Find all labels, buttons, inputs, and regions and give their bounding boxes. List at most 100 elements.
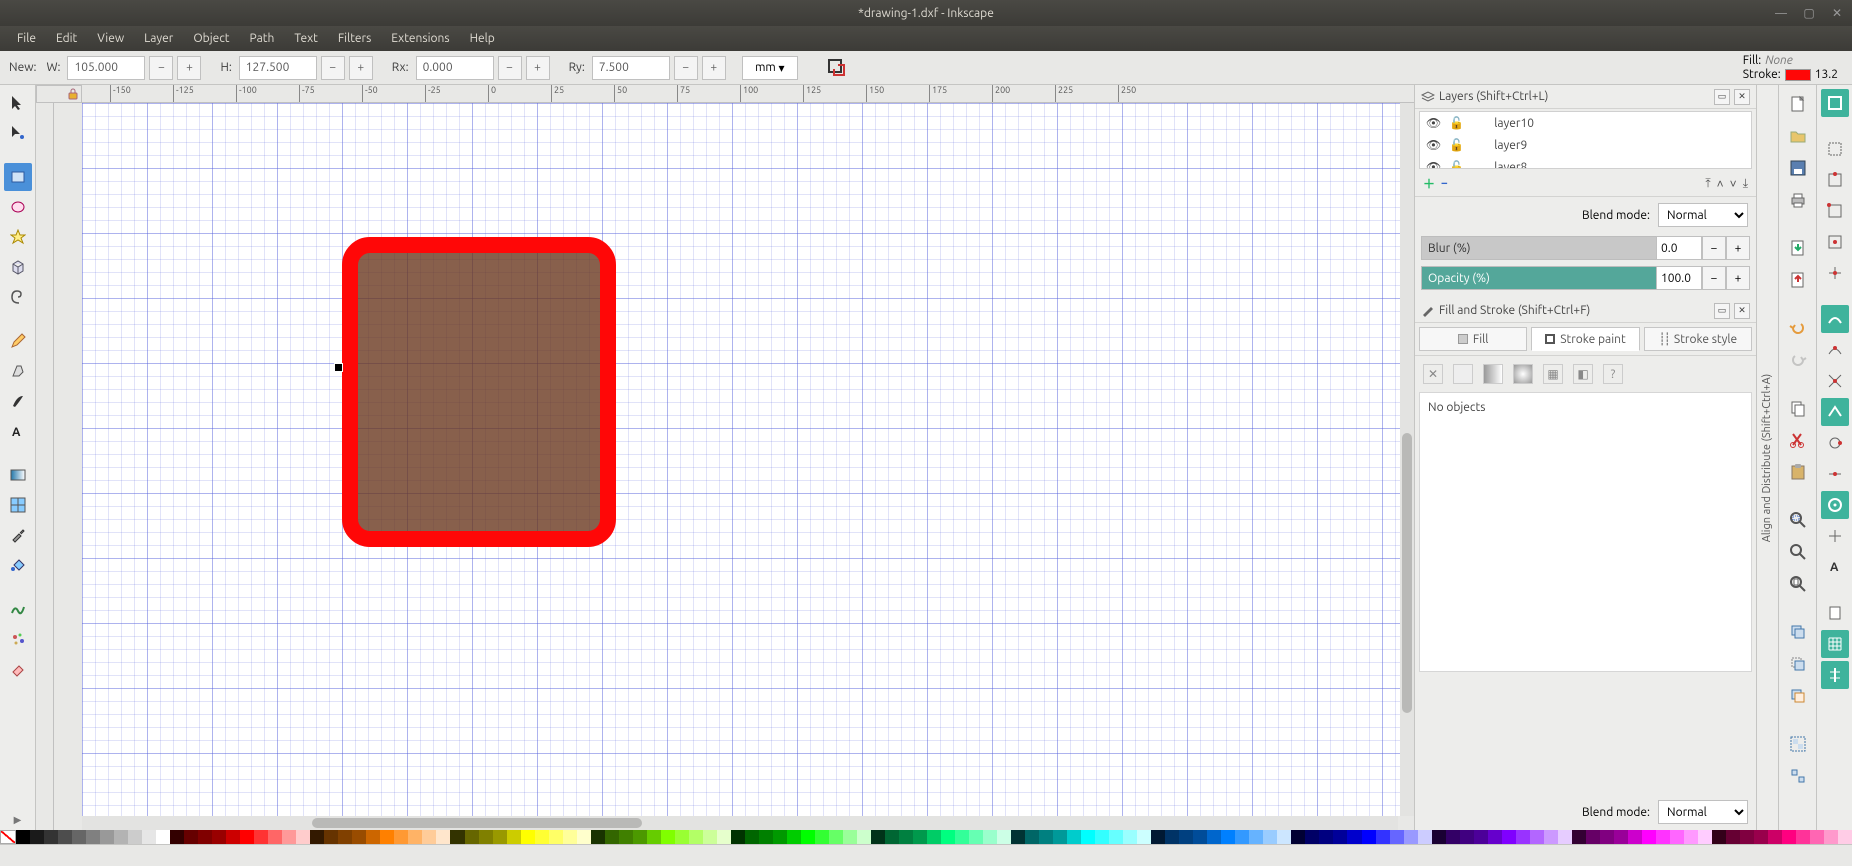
palette-swatch[interactable] (703, 830, 717, 844)
palette-swatch[interactable] (829, 830, 843, 844)
palette-swatch[interactable] (1824, 830, 1838, 844)
blur-value[interactable] (1656, 236, 1702, 260)
palette-swatch[interactable] (352, 830, 366, 844)
new-doc-button[interactable] (1785, 91, 1811, 117)
blur-slider[interactable]: Blur (%) (1421, 236, 1656, 260)
scrollbar-vertical[interactable] (1400, 103, 1414, 816)
3dbox-tool[interactable] (4, 253, 32, 281)
palette-swatch[interactable] (969, 830, 983, 844)
palette-swatch[interactable] (731, 830, 745, 844)
palette-swatch[interactable] (647, 830, 661, 844)
snap-intersection[interactable] (1821, 367, 1849, 395)
palette-swatch[interactable] (535, 830, 549, 844)
open-button[interactable] (1785, 123, 1811, 149)
menu-help[interactable]: Help (461, 29, 504, 48)
snap-smooth[interactable] (1821, 429, 1849, 457)
snap-bbox[interactable] (1821, 135, 1849, 163)
palette-swatch[interactable] (983, 830, 997, 844)
calligraphy-tool[interactable] (4, 387, 32, 415)
palette-swatch[interactable] (1586, 830, 1600, 844)
palette-swatch[interactable] (1081, 830, 1095, 844)
group-button[interactable] (1785, 731, 1811, 757)
clone-button[interactable] (1785, 651, 1811, 677)
palette-swatch[interactable] (619, 830, 633, 844)
pen-tool[interactable] (4, 357, 32, 385)
palette-swatch[interactable] (1376, 830, 1390, 844)
palette-swatch[interactable] (843, 830, 857, 844)
menu-text[interactable]: Text (285, 29, 327, 48)
paint-swatch[interactable]: ◧ (1573, 364, 1593, 384)
make-corners-sharp-button[interactable] (824, 55, 850, 81)
palette-swatch[interactable] (773, 830, 787, 844)
palette-swatch[interactable] (759, 830, 773, 844)
palette-swatch[interactable] (1768, 830, 1782, 844)
visibility-icon[interactable]: 👁 (1426, 160, 1441, 169)
palette-swatch[interactable] (521, 830, 535, 844)
palette-swatch[interactable] (1249, 830, 1263, 844)
palette-swatch[interactable] (1754, 830, 1768, 844)
tab-stroke-style[interactable]: ┊┊Stroke style (1644, 327, 1752, 351)
visibility-icon[interactable]: 👁 (1426, 138, 1441, 152)
palette-swatch[interactable] (1572, 830, 1586, 844)
palette-swatch[interactable] (871, 830, 885, 844)
copy-button[interactable] (1785, 395, 1811, 421)
palette-swatch[interactable] (1782, 830, 1796, 844)
palette-swatch[interactable] (156, 830, 170, 844)
palette-swatch[interactable] (422, 830, 436, 844)
snap-bbox-edge[interactable] (1821, 166, 1849, 194)
palette-swatch[interactable] (394, 830, 408, 844)
toolbox-more[interactable]: ▶ (10, 810, 26, 830)
lock-icon[interactable]: 🔓 (1449, 116, 1464, 130)
palette-swatch[interactable] (1319, 830, 1333, 844)
palette-swatch[interactable] (997, 830, 1011, 844)
opacity-inc[interactable]: + (1726, 266, 1750, 290)
palette-swatch[interactable] (282, 830, 296, 844)
snap-path[interactable] (1821, 336, 1849, 364)
snap-enable[interactable] (1821, 89, 1849, 117)
snap-object-center[interactable] (1821, 491, 1849, 519)
palette-swatch[interactable] (1698, 830, 1712, 844)
paintbucket-tool[interactable] (4, 551, 32, 579)
palette-swatch[interactable] (366, 830, 380, 844)
palette-swatch[interactable] (1404, 830, 1418, 844)
rectangle-handle[interactable] (334, 363, 343, 372)
ry-dec[interactable]: − (674, 56, 698, 80)
fill-value[interactable]: None (1765, 54, 1793, 67)
palette-swatch[interactable] (717, 830, 731, 844)
menu-object[interactable]: Object (184, 29, 238, 48)
palette-swatch[interactable] (1558, 830, 1572, 844)
layer-up[interactable]: ˄ (1717, 177, 1724, 191)
palette-swatch[interactable] (1796, 830, 1810, 844)
palette-swatch[interactable] (591, 830, 605, 844)
stroke-swatch[interactable] (1785, 69, 1811, 81)
close-button[interactable]: ✕ (1830, 6, 1844, 20)
palette-swatch[interactable] (549, 830, 563, 844)
w-inc[interactable]: + (177, 56, 201, 80)
palette-swatch[interactable] (1488, 830, 1502, 844)
palette-swatch[interactable] (436, 830, 450, 844)
palette-swatch[interactable] (1179, 830, 1193, 844)
palette-swatch[interactable] (1039, 830, 1053, 844)
lock-icon[interactable]: 🔓 (1449, 160, 1464, 169)
palette-swatch[interactable] (1235, 830, 1249, 844)
maximize-button[interactable]: ▢ (1802, 6, 1816, 20)
layer-remove[interactable]: − (1441, 177, 1448, 190)
canvas[interactable] (82, 103, 1414, 816)
palette-swatch[interactable] (338, 830, 352, 844)
palette-swatch[interactable] (128, 830, 142, 844)
palette-swatch[interactable] (913, 830, 927, 844)
rx-dec[interactable]: − (498, 56, 522, 80)
panel-minimize[interactable]: ▭ (1714, 89, 1730, 105)
palette-swatch[interactable] (1446, 830, 1460, 844)
paste-button[interactable] (1785, 459, 1811, 485)
opacity-value[interactable] (1656, 266, 1702, 290)
layer-row[interactable]: 👁🔓layer10 (1420, 112, 1751, 134)
palette-swatch[interactable] (44, 830, 58, 844)
tab-fill[interactable]: Fill (1419, 327, 1527, 351)
menu-filters[interactable]: Filters (329, 29, 380, 48)
palette-swatch[interactable] (1614, 830, 1628, 844)
palette-swatch[interactable] (72, 830, 86, 844)
h-dec[interactable]: − (321, 56, 345, 80)
rx-input[interactable] (416, 56, 494, 80)
palette-swatch[interactable] (100, 830, 114, 844)
